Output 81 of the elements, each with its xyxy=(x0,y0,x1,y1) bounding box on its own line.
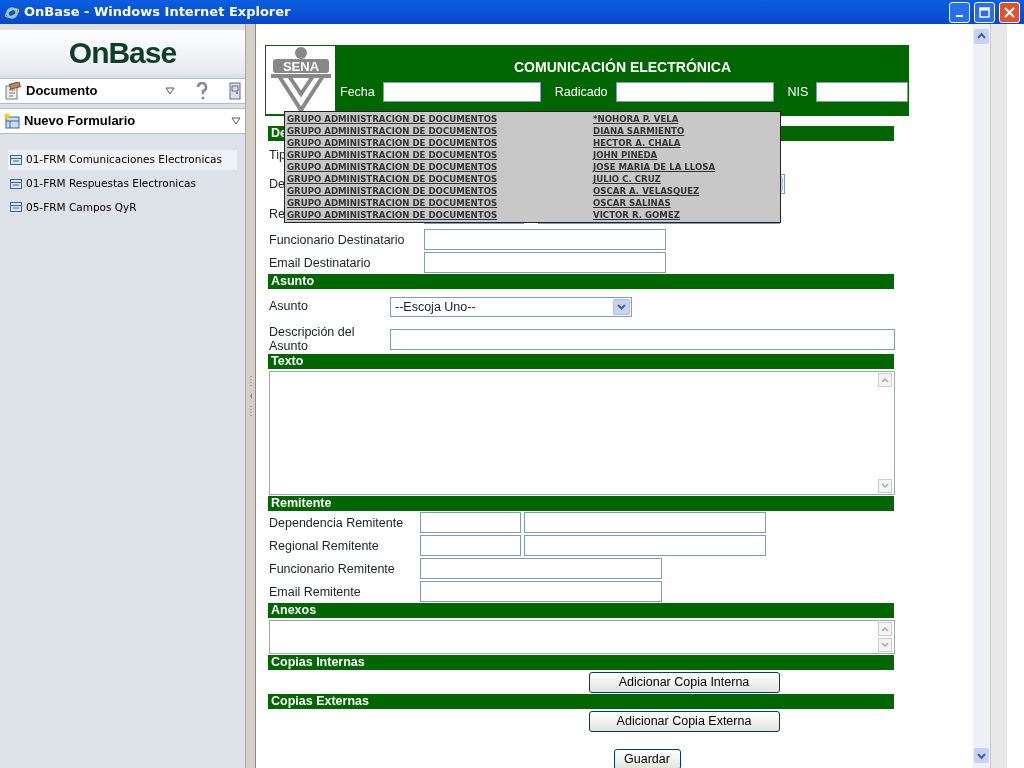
minimize-button[interactable] xyxy=(949,1,970,23)
pane-splitter[interactable] xyxy=(246,24,256,768)
field-label: Funcionario Destinatario xyxy=(269,232,405,247)
field-label: Email Remitente xyxy=(269,584,361,599)
add-copy-button[interactable]: Adicionar Copia Interna xyxy=(588,671,780,693)
section-header: Copias Externas xyxy=(268,694,894,709)
list-option[interactable]: VICTOR R. GOMEZ xyxy=(593,209,680,221)
list-option[interactable]: DIANA SARMIENTO xyxy=(593,125,685,137)
scroll-up-icon[interactable] xyxy=(973,28,990,45)
caret-icon[interactable] xyxy=(165,87,175,95)
form-icon xyxy=(10,178,22,189)
sena-emblem-drawing: SENA xyxy=(268,46,333,112)
section-header: Remitente xyxy=(268,496,894,511)
section-header: Anexos xyxy=(268,603,894,618)
input-field[interactable] xyxy=(524,535,766,556)
input-field[interactable] xyxy=(424,252,666,273)
sidebar-item[interactable]: 05-FRM Campos QyR xyxy=(8,197,237,218)
maximize-icon xyxy=(979,6,990,18)
field-label: Regional Remitente xyxy=(269,538,379,553)
field-label: Email Destinatario xyxy=(269,255,371,270)
section-header: Copias Internas xyxy=(268,655,894,670)
input-field[interactable] xyxy=(420,558,662,579)
section-header: Texto xyxy=(268,354,894,369)
window-title: OnBase - Windows Internet Explorer xyxy=(24,3,291,22)
input-field[interactable] xyxy=(382,82,541,102)
input-field[interactable] xyxy=(615,82,774,102)
browser-icon xyxy=(4,4,20,20)
vertical-scrollbar[interactable] xyxy=(973,24,990,768)
field-label: Asunto xyxy=(269,299,308,313)
document-menu[interactable]: Documento xyxy=(26,81,98,101)
section-header: Asunto xyxy=(268,274,894,289)
list-option[interactable]: GRUPO ADMINISTRACION DE DOCUMENTOS xyxy=(287,125,593,137)
minimize-icon xyxy=(956,14,963,17)
input-field[interactable] xyxy=(390,329,895,350)
list-option[interactable]: GRUPO ADMINISTRACION DE DOCUMENTOS xyxy=(287,173,593,185)
list-option[interactable]: GRUPO ADMINISTRACION DE DOCUMENTOS xyxy=(287,209,593,221)
list-option[interactable]: *NOHORA P. VELA xyxy=(593,113,679,125)
form-icon xyxy=(10,202,22,213)
list-option[interactable]: JOSE MARIA DE LA LLOSA xyxy=(593,161,716,173)
sidebar-item[interactable]: 01-FRM Respuestas Electronicas xyxy=(8,173,237,194)
field-label: Re xyxy=(269,206,285,221)
document-icon xyxy=(4,82,22,100)
field-label: Funcionario Remitente xyxy=(269,561,395,576)
field-label: De xyxy=(269,177,285,191)
list-option[interactable]: GRUPO ADMINISTRACION DE DOCUMENTOS xyxy=(287,161,593,173)
field-label: Fecha xyxy=(340,83,375,101)
input-field[interactable] xyxy=(420,535,521,556)
scroll-down-icon[interactable] xyxy=(973,747,990,764)
field-label: Descripción del Asunto xyxy=(269,324,356,353)
grip-icon xyxy=(248,376,253,416)
exit-icon[interactable] xyxy=(229,82,241,100)
list-option[interactable]: OSCAR A. VELASQUEZ xyxy=(593,185,700,197)
new-form-icon xyxy=(4,113,20,129)
caret-icon[interactable] xyxy=(231,117,241,125)
list-option[interactable]: JULIO C. CRUZ xyxy=(593,173,661,185)
close-icon xyxy=(1004,6,1015,18)
new-form-menu[interactable]: Nuevo Formulario xyxy=(24,111,136,131)
dropdown[interactable]: --Escoja Uno-- xyxy=(390,297,632,317)
list-option[interactable]: JOHN PINEDA xyxy=(593,149,658,161)
list-option[interactable]: GRUPO ADMINISTRACION DE DOCUMENTOS xyxy=(287,185,593,197)
field-label: NIS xyxy=(787,83,809,101)
close-button[interactable] xyxy=(999,1,1020,23)
form-title: COMUNICACIÓN ELECTRÓNICA xyxy=(514,57,731,77)
input-field[interactable] xyxy=(420,512,521,533)
input-field[interactable] xyxy=(524,512,766,533)
input-field[interactable] xyxy=(424,229,666,250)
add-copy-button[interactable]: Adicionar Copia Externa xyxy=(588,710,780,732)
maximize-button[interactable] xyxy=(974,1,995,23)
input-field[interactable] xyxy=(420,581,662,602)
list-option[interactable]: GRUPO ADMINISTRACION DE DOCUMENTOS xyxy=(287,149,593,161)
list-option[interactable]: OSCAR SALINAS xyxy=(593,197,671,209)
field-label: Radicado xyxy=(554,83,608,101)
field-label: Dependencia Remitente xyxy=(269,515,404,530)
list-option[interactable]: GRUPO ADMINISTRACION DE DOCUMENTOS xyxy=(287,113,593,125)
input-field[interactable] xyxy=(816,82,909,102)
save-button[interactable]: Guardar xyxy=(613,749,681,768)
onbase-logo: OnBase xyxy=(68,34,177,71)
help-icon[interactable] xyxy=(195,82,209,100)
form-icon xyxy=(10,154,22,165)
sidebar-item[interactable]: 01-FRM Comunicaciones Electronicas xyxy=(8,150,237,170)
list-option[interactable]: GRUPO ADMINISTRACION DE DOCUMENTOS xyxy=(287,197,593,209)
